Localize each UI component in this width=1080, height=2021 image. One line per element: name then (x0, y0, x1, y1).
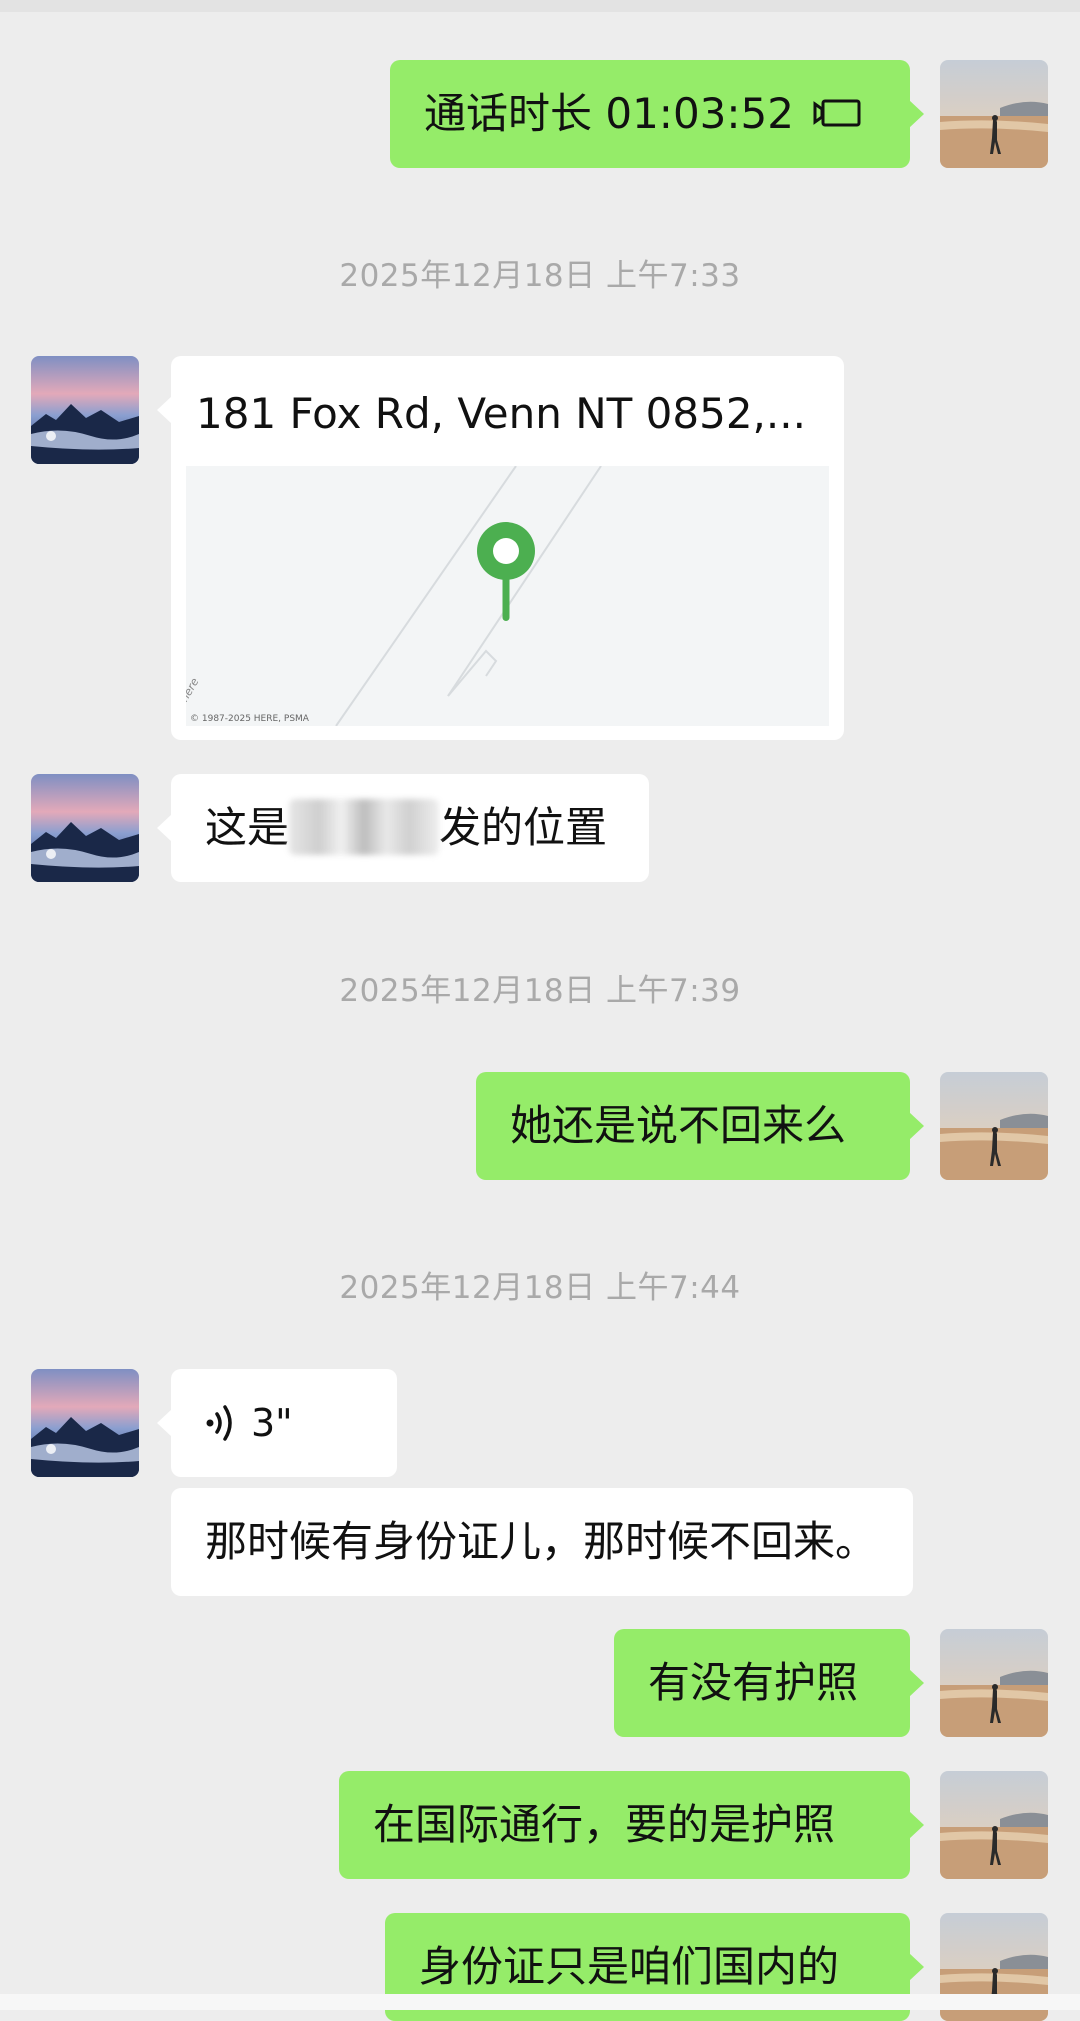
timestamp: 2025年12月18日 上午7:33 (339, 258, 741, 294)
mountain-avatar-image (31, 1369, 139, 1477)
bottom-band (0, 1994, 1080, 2010)
location-title: 181 Fox Rd, Venn NT 0852,... (196, 389, 806, 438)
voice-transcript-bubble[interactable]: 那时候有身份证儿，那时候不回来。 (171, 1488, 913, 1596)
location-note-bubble[interactable]: 这是 发的位置 (157, 774, 649, 882)
timestamp: 2025年12月18日 上午7:39 (339, 973, 741, 1009)
beach-avatar-image (940, 60, 1048, 168)
voice-transcript-text: 那时候有身份证儿，那时候不回来。 (205, 1517, 878, 1566)
mountain-avatar-image (31, 774, 139, 882)
location-map[interactable]: here © 1987-2025 HERE, PSMA (186, 466, 829, 726)
beach-avatar-image (940, 1629, 1048, 1737)
voice-message-bubble[interactable]: 3" (157, 1369, 397, 1477)
contact-avatar[interactable] (31, 1369, 139, 1477)
message-text: 身份证只是咱们国内的 (419, 1942, 840, 1991)
map-pin-icon (477, 522, 535, 621)
redacted-name-blur (289, 798, 440, 855)
timestamp: 2025年12月18日 上午7:44 (339, 1270, 741, 1306)
message-text: 有没有护照 (648, 1658, 859, 1707)
top-band (0, 0, 1080, 12)
location-note-suffix: 发的位置 (439, 803, 608, 852)
my-avatar[interactable] (940, 1771, 1048, 1879)
map-copyright: © 1987-2025 HERE, PSMA (190, 714, 309, 724)
voice-duration: 3" (251, 1401, 293, 1445)
voice-wave-icon (206, 1404, 232, 1441)
location-note-prefix: 这是 (205, 803, 290, 852)
location-card[interactable]: 181 Fox Rd, Venn NT 0852,... here © 1987… (157, 356, 844, 740)
my-avatar[interactable] (940, 1072, 1048, 1180)
video-call-icon (813, 99, 861, 126)
beach-avatar-image (940, 1771, 1048, 1879)
message-bubble[interactable]: 在国际通行，要的是护照 (339, 1771, 924, 1879)
message-text: 她还是说不回来么 (510, 1101, 847, 1150)
call-duration-text: 通话时长 01:03:52 (424, 89, 794, 138)
message-bubble[interactable]: 有没有护照 (614, 1629, 924, 1737)
contact-avatar[interactable] (31, 356, 139, 464)
call-duration-bubble[interactable]: 通话时长 01:03:52 (390, 60, 924, 168)
message-text: 在国际通行，要的是护照 (373, 1800, 836, 1849)
beach-avatar-image (940, 1072, 1048, 1180)
my-avatar[interactable] (940, 60, 1048, 168)
mountain-avatar-image (31, 356, 139, 464)
message-bubble[interactable]: 她还是说不回来么 (476, 1072, 924, 1180)
contact-avatar[interactable] (31, 774, 139, 882)
my-avatar[interactable] (940, 1629, 1048, 1737)
